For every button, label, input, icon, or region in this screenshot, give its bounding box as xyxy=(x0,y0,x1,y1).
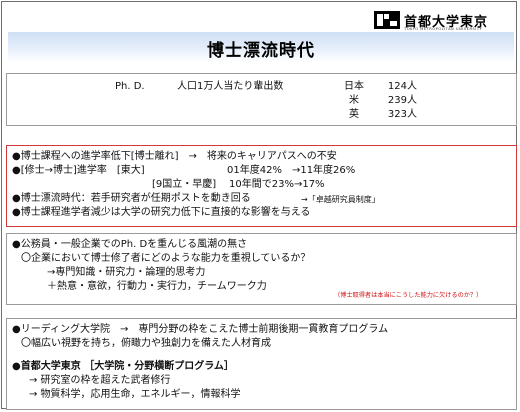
society-line-2: 〇企業において博士修了者にどのような能力を重視しているか？ xyxy=(21,253,311,264)
country-uk: 英 xyxy=(349,109,359,120)
issue-line-1: ●博士課程への進学率低下[博士離れ] → 将来のキャリアパスへの不安 xyxy=(12,151,337,162)
value-uk: 323人 xyxy=(387,109,417,120)
society-line-3: →専門知識・研究力・論理的思考力 xyxy=(47,267,206,278)
society-line-4: ＋熱意・意欲，行動力・実行力，チームワーク力 xyxy=(47,281,267,292)
country-japan: 日本 xyxy=(344,81,364,92)
issue-line-3b: 10年間で23%→17% xyxy=(229,179,325,190)
program-line-2: 〇幅広い視野を持ち，俯瞰力や独創力を備えた人材育成 xyxy=(21,338,271,349)
program-line-5: → 物質科学，応用生命，エネルギー，情報科学 xyxy=(29,389,241,400)
logo-mark-icon xyxy=(374,11,400,29)
university-logo: 首都大学東京 TOKYO METROPOLITAN UNIVERSITY xyxy=(374,10,514,34)
issues-box: ●博士課程への進学率低下[博士離れ] → 将来のキャリアパスへの不安 ●[修士→… xyxy=(6,145,517,227)
country-us: 米 xyxy=(349,95,359,106)
value-japan: 124人 xyxy=(387,81,417,92)
issue-line-2a: ●[修士→博士]進学率 [東大] xyxy=(12,165,145,176)
program-line-3: ●首都大学東京 ［大学院・分野横断プログラム］ xyxy=(12,361,234,372)
page-title: 博士漂流時代 xyxy=(207,41,315,61)
logo-subtext: TOKYO METROPOLITAN UNIVERSITY xyxy=(404,27,483,31)
issue-line-4a: ●博士漂流時代：若手研究者が任期ポストを動き回る xyxy=(12,193,251,204)
program-line-4: → 研究室の枠を超えた武者修行 xyxy=(29,375,171,386)
phd-label: Ph. D. xyxy=(115,81,145,92)
programs-box: ●リーディング大学院 → 専門分野の枠をこえた博士前期後期一貫教育プログラム 〇… xyxy=(6,318,517,410)
value-us: 239人 xyxy=(387,95,417,106)
issue-line-2b: 01年度42% →11年度26% xyxy=(227,165,356,176)
issue-line-5: ●博士課程進学者減少は大学の研究力低下に直接的な影響を与える xyxy=(12,207,311,218)
society-line-1: ●公務員・一般企業でのPh. Dを重んじる風潮の無さ xyxy=(12,239,248,250)
title-band: 博士漂流時代 xyxy=(8,32,514,62)
phd-stats-box: Ph. D. 人口1万人当たり輩出数 日本 124人 米 239人 英 323人 xyxy=(6,73,517,126)
society-note: （博士取得者は本当にこうした能力に欠けるのか？） xyxy=(334,292,483,299)
issue-line-4b: →「卓越研究員制度」 xyxy=(301,195,380,204)
issue-line-3a: [9国立・早慶] xyxy=(152,179,217,190)
phd-metric-label: 人口1万人当たり輩出数 xyxy=(177,81,284,92)
society-box: ●公務員・一般企業でのPh. Dを重んじる風潮の無さ 〇企業において博士修了者に… xyxy=(6,233,517,305)
program-line-1: ●リーディング大学院 → 専門分野の枠をこえた博士前期後期一貫教育プログラム xyxy=(12,324,389,335)
slide-frame: 首都大学東京 TOKYO METROPOLITAN UNIVERSITY 博士漂… xyxy=(1,1,517,410)
